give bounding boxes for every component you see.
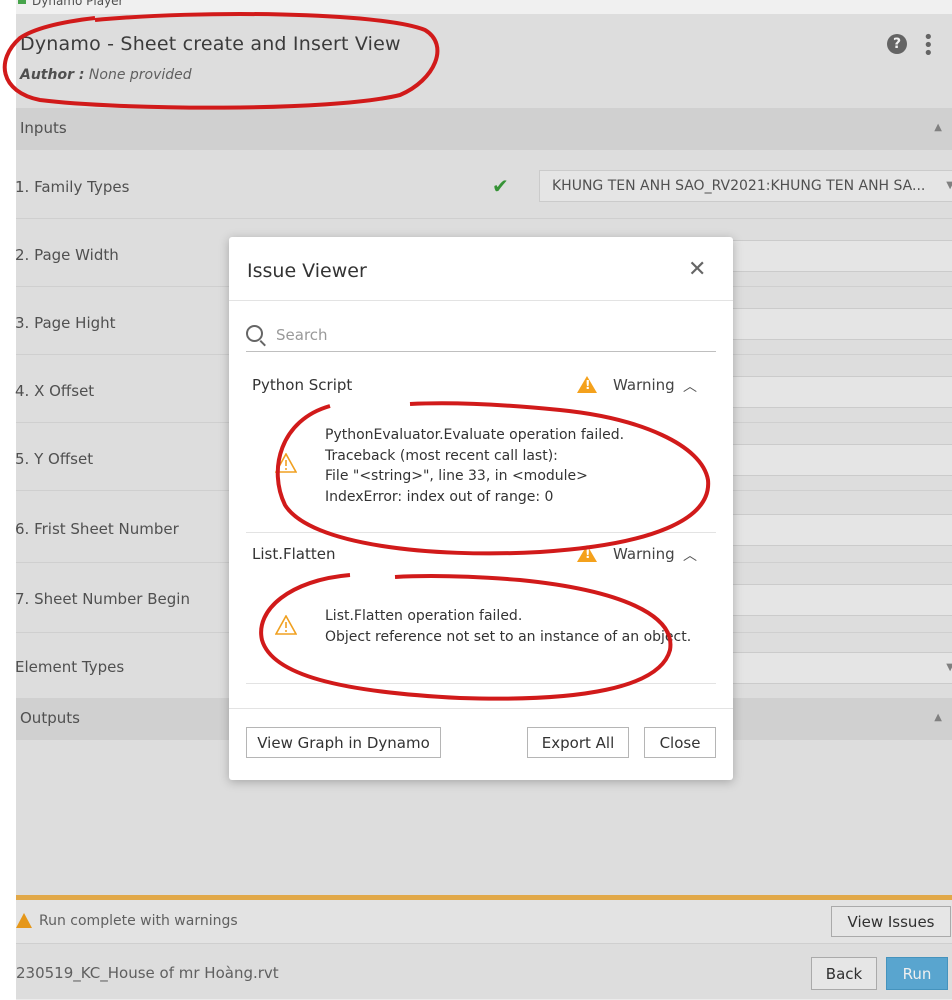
close-button[interactable]: Close [644, 727, 716, 758]
issue-node-name: Python Script [252, 376, 353, 394]
warning-icon: ! [577, 545, 597, 562]
export-all-button[interactable]: Export All [527, 727, 629, 758]
search-icon [246, 325, 263, 342]
warning-outline-icon [275, 453, 297, 473]
issue-severity: Warning [613, 545, 675, 563]
chevron-up-icon[interactable]: ︿ [683, 376, 697, 396]
divider [246, 683, 716, 684]
close-icon[interactable]: ✕ [688, 259, 706, 281]
dialog-title: Issue Viewer [247, 260, 367, 282]
divider [229, 708, 733, 709]
warning-outline-icon [275, 615, 297, 635]
issue-message: PythonEvaluator.Evaluate operation faile… [325, 427, 625, 505]
left-strip [0, 0, 16, 999]
warning-icon: ! [577, 376, 597, 393]
search-box [246, 323, 716, 352]
issue-node-name: List.Flatten [252, 545, 336, 563]
issue-severity: Warning [613, 376, 675, 394]
issue-message: List.Flatten operation failed. Object re… [325, 608, 692, 645]
search-input[interactable] [274, 325, 708, 345]
chevron-up-icon[interactable]: ︿ [683, 545, 697, 565]
view-graph-button[interactable]: View Graph in Dynamo [246, 727, 441, 758]
divider [246, 532, 716, 533]
issue-viewer-dialog: Issue Viewer ✕ Python Script ! Warning ︿… [229, 237, 733, 780]
divider [229, 300, 733, 301]
